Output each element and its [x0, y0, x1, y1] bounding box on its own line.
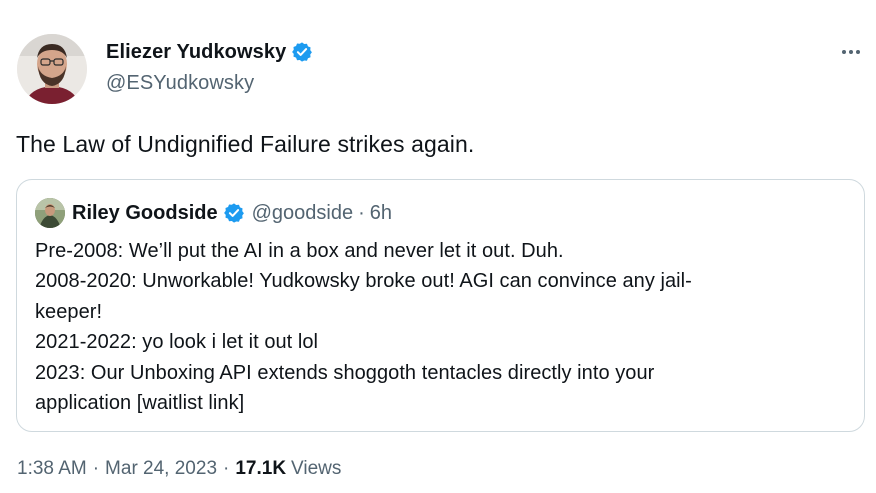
verified-badge-icon[interactable]	[291, 41, 313, 63]
author-name[interactable]: Eliezer Yudkowsky	[106, 41, 286, 64]
separator-dot: ·	[358, 201, 365, 224]
quoted-tweet[interactable]: Riley Goodside @goodside · 6h Pre-2008: …	[16, 179, 865, 432]
more-dot	[842, 50, 846, 54]
quoted-text-line: application [waitlist link]	[35, 392, 245, 415]
author-handle[interactable]: @ESYudkowsky	[106, 72, 313, 95]
tweet-meta: 1:38 AM · Mar 24, 2023 · 17.1K Views	[17, 458, 341, 480]
tweet-date[interactable]: Mar 24, 2023	[105, 458, 217, 480]
author-avatar[interactable]	[17, 34, 87, 104]
more-dot	[856, 50, 860, 54]
more-horizontal-icon[interactable]	[836, 40, 866, 64]
more-dot	[849, 50, 853, 54]
quoted-text-line: 2021-2022: yo look i let it out lol	[35, 331, 319, 354]
quoted-tweet-text: Pre-2008: We’ll put the AI in a box and …	[35, 236, 835, 418]
quoted-text-line: Pre-2008: We’ll put the AI in a box and …	[35, 240, 564, 262]
separator-dot: ·	[92, 458, 100, 479]
quoted-text-line: 2008-2020: Unworkable! Yudkowsky broke o…	[35, 270, 692, 293]
author-block: Eliezer Yudkowsky @ESYudkowsky	[106, 40, 313, 95]
separator-dot: ·	[223, 458, 230, 479]
quoted-author-name: Riley Goodside	[72, 201, 218, 224]
quoted-tweet-age: 6h	[369, 201, 392, 224]
quoted-text-line: keeper!	[35, 300, 103, 323]
tweet-text: The Law of Undignified Failure strikes a…	[16, 131, 475, 157]
tweet-time[interactable]: 1:38 AM	[17, 458, 87, 480]
quoted-text-line: 2023: Our Unboxing API extends shoggoth …	[35, 361, 655, 384]
quoted-author-avatar	[35, 198, 65, 228]
views-label[interactable]: Views	[291, 458, 341, 480]
views-count[interactable]: 17.1K	[235, 458, 286, 480]
verified-badge-icon	[223, 202, 245, 224]
tweet-card: Eliezer Yudkowsky @ESYudkowsky The Law o…	[0, 0, 876, 493]
quoted-tweet-header: Riley Goodside @goodside · 6h	[35, 198, 392, 228]
quoted-author-handle: @goodside	[251, 201, 354, 224]
author-name-row: Eliezer Yudkowsky	[106, 40, 313, 64]
